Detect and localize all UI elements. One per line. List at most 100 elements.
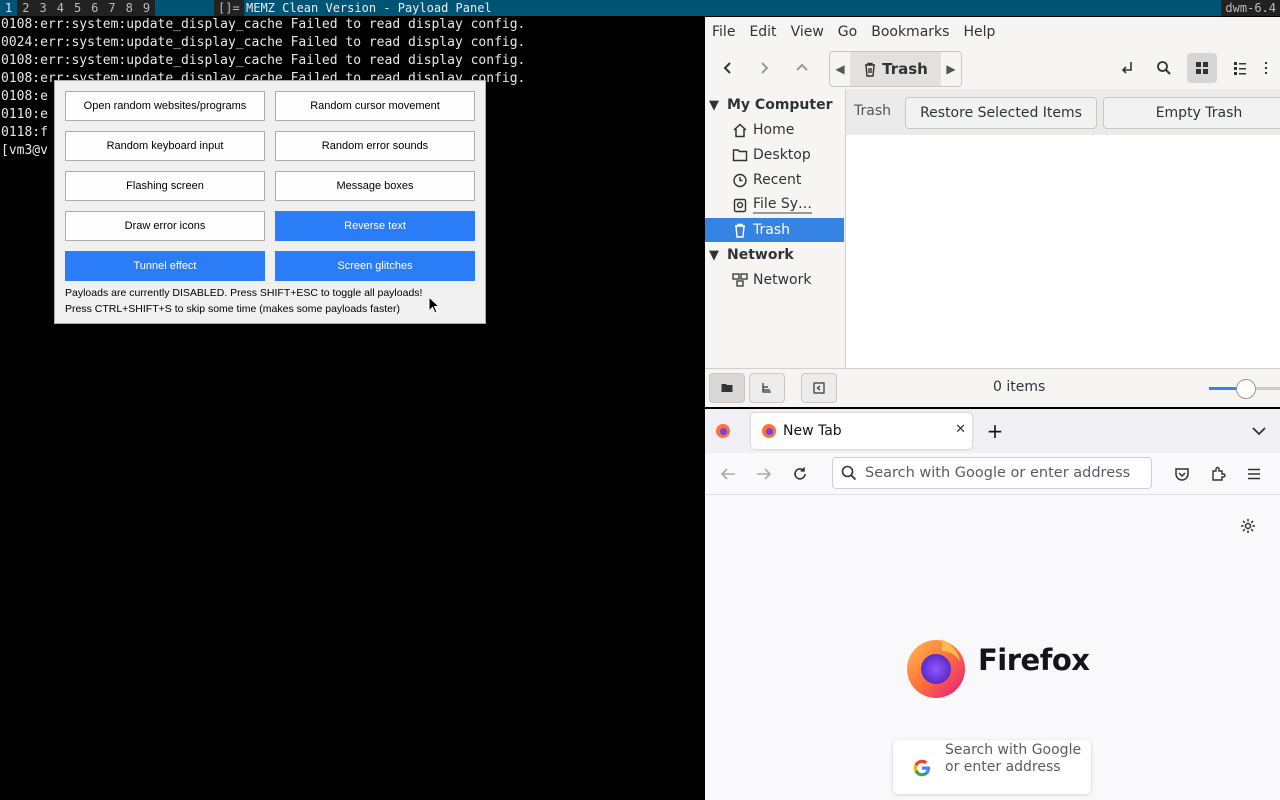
- network-icon: [732, 273, 748, 287]
- menu-go[interactable]: Go: [831, 24, 864, 40]
- drive-icon: [733, 198, 747, 212]
- firefox-logo-icon: [907, 639, 965, 698]
- screen-glitches-button[interactable]: Screen glitches: [275, 251, 475, 281]
- back-icon[interactable]: [713, 53, 743, 83]
- section-label: Network: [727, 247, 794, 263]
- restore-selected-items-button[interactable]: Restore Selected Items: [905, 97, 1097, 129]
- status-text: dwm-6.4: [1221, 0, 1280, 16]
- folder-icon: [732, 149, 748, 162]
- layout-indicator[interactable]: []=: [214, 0, 244, 16]
- list-all-tabs-icon[interactable]: [1247, 419, 1271, 443]
- menu-view[interactable]: View: [784, 24, 831, 40]
- reverse-text-button[interactable]: Reverse text: [275, 211, 475, 241]
- google-search-box[interactable]: Search with Google or enter address: [893, 740, 1091, 794]
- menu-file[interactable]: File: [705, 24, 742, 40]
- close-tab-icon[interactable]: ✕: [955, 422, 966, 437]
- zoom-slider-knob[interactable]: [1235, 379, 1256, 399]
- tab-title: New Tab: [783, 423, 842, 439]
- path-crumb-label: Trash: [882, 60, 928, 78]
- tag-2[interactable]: 2: [17, 0, 34, 16]
- sidebar-item-label: Home: [753, 122, 795, 138]
- tag-8[interactable]: 8: [121, 0, 138, 16]
- toggle-location-icon[interactable]: [1111, 53, 1141, 83]
- tag-7[interactable]: 7: [103, 0, 120, 16]
- show-tree-icon[interactable]: [749, 373, 785, 403]
- file-view[interactable]: Trash Restore Selected Items Empty Trash: [846, 89, 1280, 368]
- new-tab-page: Firefox Search with Google or enter addr…: [705, 495, 1280, 800]
- compact-view-icon[interactable]: [1261, 53, 1280, 83]
- sidebar-item-label: Network: [753, 272, 812, 288]
- sidebar-section-my-computer[interactable]: ▼ My Computer: [705, 93, 844, 117]
- sidebar-item-trash[interactable]: Trash: [705, 218, 844, 242]
- path-left-icon[interactable]: ◀: [830, 62, 850, 76]
- tag-6[interactable]: 6: [86, 0, 103, 16]
- show-places-icon[interactable]: [709, 373, 745, 403]
- home-icon: [733, 122, 747, 137]
- terminal-line: 0108:err:system:update_display_cache Fai…: [1, 17, 526, 32]
- search-icon: [841, 465, 857, 481]
- menu-hamburger-icon[interactable]: [1243, 463, 1265, 485]
- file-manager-window: File Edit View Go Bookmarks Help ◀ Trash…: [705, 17, 1280, 407]
- tag-9[interactable]: 9: [138, 0, 155, 16]
- sidebar-item-filesystem[interactable]: File Sy…: [705, 193, 844, 217]
- location-bar[interactable]: ◀ Trash ▶: [829, 51, 962, 87]
- list-view-icon[interactable]: [1225, 53, 1255, 83]
- sidebar-item-label: Desktop: [753, 147, 811, 163]
- firefox-window: New Tab ✕ + Search with Google or enter …: [705, 409, 1280, 800]
- random-cursor-movement-button[interactable]: Random cursor movement: [275, 91, 475, 121]
- firefox-view-icon[interactable]: [713, 421, 733, 441]
- trash-icon: [735, 223, 745, 238]
- menu-edit[interactable]: Edit: [742, 24, 783, 40]
- sidebar-item-label: Recent: [753, 172, 802, 188]
- path-crumb-trash[interactable]: Trash: [850, 52, 941, 86]
- random-error-sounds-button[interactable]: Random error sounds: [275, 131, 475, 161]
- status-bar: 0 items: [705, 368, 1280, 407]
- tunnel-effect-button[interactable]: Tunnel effect: [65, 251, 265, 281]
- clock-icon: [733, 173, 747, 187]
- new-tab-icon[interactable]: +: [983, 419, 1007, 443]
- sidebar-item-label: Trash: [753, 222, 790, 238]
- open-random-websites-button[interactable]: Open random websites/programs: [65, 91, 265, 121]
- sidebar-section-network[interactable]: ▼ Network: [705, 243, 844, 267]
- hide-sidebar-icon[interactable]: [801, 373, 837, 403]
- sidebar-item-label: File Sy…: [753, 196, 813, 214]
- grid-view-icon[interactable]: [1187, 53, 1217, 83]
- expander-down-icon[interactable]: ▼: [705, 248, 723, 263]
- draw-error-icons-button[interactable]: Draw error icons: [65, 211, 265, 241]
- search-icon[interactable]: [1149, 53, 1179, 83]
- menu-help[interactable]: Help: [956, 24, 1002, 40]
- expander-down-icon[interactable]: ▼: [705, 98, 723, 113]
- back-arrow-icon[interactable]: [717, 463, 739, 485]
- reload-icon[interactable]: [789, 463, 811, 485]
- message-boxes-button[interactable]: Message boxes: [275, 171, 475, 201]
- section-label: My Computer: [727, 97, 833, 113]
- memz-payload-panel: Open random websites/programs Random cur…: [54, 80, 486, 324]
- settings-gear-icon[interactable]: [1237, 515, 1259, 537]
- window-title: MEMZ Clean Version - Payload Panel: [246, 1, 492, 15]
- empty-trash-button[interactable]: Empty Trash: [1103, 97, 1280, 129]
- trash-icon: [865, 62, 876, 77]
- tag-4[interactable]: 4: [52, 0, 69, 16]
- tab-new-tab[interactable]: New Tab ✕: [751, 413, 972, 449]
- tag-1[interactable]: 1: [0, 0, 18, 16]
- tag-3[interactable]: 3: [34, 0, 51, 16]
- forward-icon[interactable]: [749, 53, 779, 83]
- sidebar-item-home[interactable]: Home: [705, 118, 844, 142]
- payload-status-note: Payloads are currently DISABLED. Press S…: [65, 287, 423, 299]
- menu-bookmarks[interactable]: Bookmarks: [864, 24, 956, 40]
- sidebar: ▼ My Computer Home Desktop Recent File S…: [705, 89, 846, 368]
- tag-5[interactable]: 5: [69, 0, 86, 16]
- sidebar-item-network[interactable]: Network: [705, 268, 844, 292]
- path-right-icon[interactable]: ▶: [941, 62, 961, 76]
- url-bar[interactable]: Search with Google or enter address: [832, 457, 1152, 489]
- pocket-icon[interactable]: [1171, 463, 1193, 485]
- extensions-icon[interactable]: [1207, 463, 1229, 485]
- sidebar-item-desktop[interactable]: Desktop: [705, 143, 844, 167]
- up-icon[interactable]: [787, 53, 817, 83]
- firefox-wordmark: Firefox: [978, 643, 1090, 677]
- zoom-slider[interactable]: [1209, 379, 1280, 399]
- flashing-screen-button[interactable]: Flashing screen: [65, 171, 265, 201]
- sidebar-item-recent[interactable]: Recent: [705, 168, 844, 192]
- forward-arrow-icon[interactable]: [753, 463, 775, 485]
- random-keyboard-input-button[interactable]: Random keyboard input: [65, 131, 265, 161]
